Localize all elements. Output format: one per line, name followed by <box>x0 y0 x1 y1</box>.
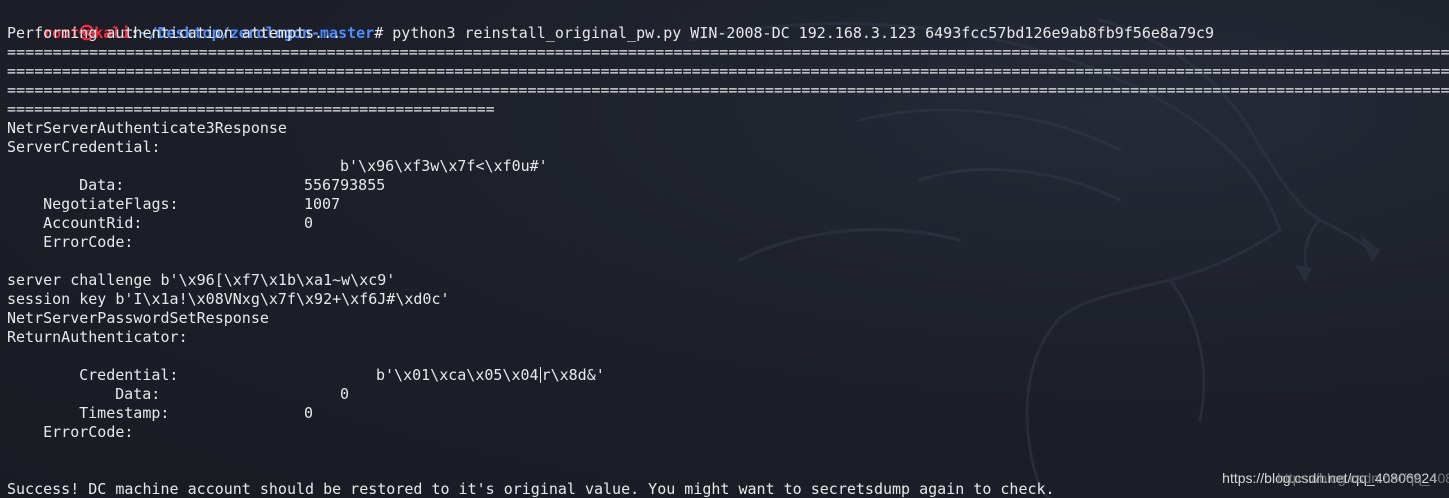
password-data-row: Data: b'\x01\xca\x05\x04 r\x8d&' <box>7 366 605 403</box>
auth-error-code-label: ErrorCode: <box>43 233 134 251</box>
password-error-code-row: ErrorCode: 0 <box>7 404 313 441</box>
password-error-code-label: ErrorCode: <box>43 423 134 441</box>
terminal-window[interactable]: root㉿kali:~/Desktop/zerologon-master# py… <box>0 0 1449 498</box>
server-challenge-line: server challenge b'\x96[\xf7\x1b\xa1~w\x… <box>7 271 396 289</box>
command-text: python3 reinstall_original_pw.py WIN-200… <box>383 24 1215 42</box>
command-prompt-line: root㉿kali:~/Desktop/zerologon-master# py… <box>7 5 1214 42</box>
password-data-value: b'\x01\xca\x05\x04 r\x8d&' <box>376 366 605 385</box>
negotiate-flags-row: NegotiateFlags: 556793855 <box>7 176 385 213</box>
password-data-value-part1: b'\x01\xca\x05\x04 <box>376 366 539 384</box>
timestamp-row: Timestamp: 0 <box>7 385 349 422</box>
prompt-symbol: # <box>374 24 384 42</box>
auth-error-code-row: ErrorCode: 0 <box>7 214 313 251</box>
watermark-ghost-text: https://blog.csdn.net/qq_40806924 <box>1277 470 1449 486</box>
text-cursor <box>539 367 541 383</box>
server-credential-label: ServerCredential: <box>7 138 161 156</box>
auth-data-value: b'\x96\xf3w\x7f<\xf0u#' <box>340 157 548 175</box>
account-rid-value: 1007 <box>304 195 341 213</box>
return-authenticator-label: ReturnAuthenticator: <box>7 328 188 346</box>
performing-text: Performing authentication attempts... <box>7 24 342 42</box>
separator-line: ========================================… <box>7 43 1449 61</box>
credential-row: Credential: <box>7 347 178 384</box>
success-message: Success! DC machine account should be re… <box>7 480 1055 498</box>
separator-line-short: ========================================… <box>7 100 495 118</box>
account-rid-row: AccountRid: 1007 <box>7 195 340 232</box>
password-error-code-value: 0 <box>304 404 314 422</box>
auth-data-row: Data: b'\x96\xf3w\x7f<\xf0u#' <box>7 157 548 194</box>
negotiate-flags-value: 556793855 <box>304 176 386 194</box>
password-set-response-title: NetrServerPasswordSetResponse <box>7 309 269 327</box>
separator-block: ========================================… <box>7 43 1449 100</box>
separator-line: ========================================… <box>7 81 1449 99</box>
timestamp-value: 0 <box>340 385 350 403</box>
separator-line: ========================================… <box>7 62 1449 80</box>
password-data-value-part2: r\x8d&' <box>541 366 605 384</box>
csdn-watermark: https://blog.csdn.net/qq_40806924 https:… <box>1222 469 1449 488</box>
auth-response-title: NetrServerAuthenticate3Response <box>7 119 287 137</box>
auth-error-code-value: 0 <box>304 214 314 232</box>
session-key-line: session key b'I\x1a!\x08VNxg\x7f\x92+\xf… <box>7 290 450 308</box>
